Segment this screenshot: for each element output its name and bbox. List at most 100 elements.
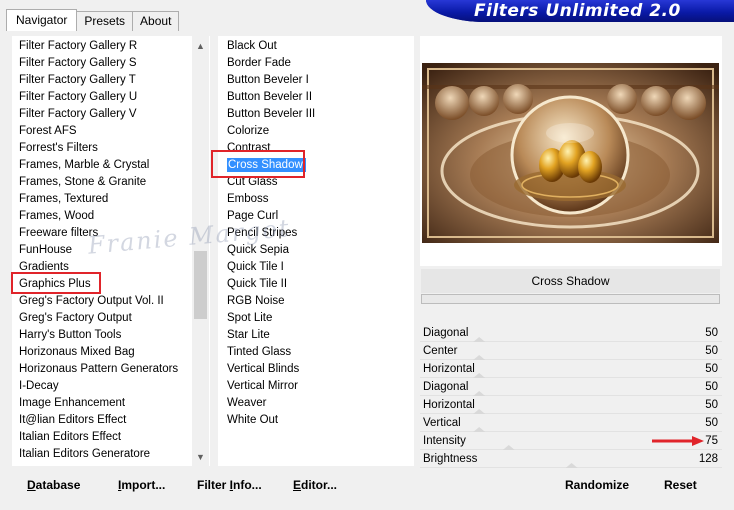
- filter-item[interactable]: Colorize: [218, 123, 414, 140]
- slider-row[interactable]: Center 50: [420, 342, 722, 360]
- slider-row[interactable]: Diagonal 50: [420, 324, 722, 342]
- filter-item[interactable]: Spot Lite: [218, 310, 414, 327]
- bottom-toolbar-left: Database Import... Filter Info... Editor…: [12, 472, 414, 496]
- category-item[interactable]: Frames, Wood: [12, 208, 192, 225]
- filter-item[interactable]: Star Lite: [218, 327, 414, 344]
- filter-item[interactable]: White Out: [218, 412, 414, 429]
- filter-item[interactable]: Quick Tile I: [218, 259, 414, 276]
- current-filter-name: Cross Shadow: [421, 269, 720, 293]
- category-item[interactable]: FunHouse: [12, 242, 192, 259]
- slider-row[interactable]: Diagonal 50: [420, 378, 722, 396]
- database-button[interactable]: Database: [27, 478, 80, 492]
- slider-value: 50: [705, 399, 718, 411]
- category-item[interactable]: Freeware filters: [12, 225, 192, 242]
- scroll-thumb[interactable]: [194, 251, 207, 319]
- filter-item[interactable]: Button Beveler III: [218, 106, 414, 123]
- editor-button-mnemonic: E: [293, 478, 302, 492]
- category-highlight-box: [11, 272, 101, 294]
- slider-row[interactable]: Brightness 128: [420, 450, 722, 468]
- category-item[interactable]: Image Enhancement: [12, 395, 192, 412]
- filter-info-button[interactable]: Filter Info...: [197, 478, 262, 492]
- category-list[interactable]: Filter Factory Gallery R Filter Factory G…: [12, 36, 210, 466]
- category-item[interactable]: It@lian Editors Effect: [12, 412, 192, 429]
- filter-item[interactable]: Tinted Glass: [218, 344, 414, 361]
- scroll-down-icon[interactable]: ▼: [192, 449, 209, 466]
- progress-bar: [421, 294, 720, 304]
- filter-item[interactable]: Weaver: [218, 395, 414, 412]
- scroll-up-icon[interactable]: ▲: [192, 38, 209, 55]
- editor-button-label: ditor...: [301, 478, 338, 492]
- category-item[interactable]: I-Decay: [12, 378, 192, 395]
- slider-value: 50: [705, 345, 718, 357]
- category-item[interactable]: Forrest's Filters: [12, 140, 192, 157]
- category-scrollbar[interactable]: ▲ ▼: [192, 36, 209, 466]
- reset-button[interactable]: Reset: [664, 478, 697, 492]
- slider-value: 50: [705, 417, 718, 429]
- filter-list[interactable]: Black Out Border Fade Button Beveler I Butt…: [218, 36, 414, 466]
- slider-label: Center: [423, 345, 458, 357]
- slider-label: Vertical: [423, 417, 461, 429]
- filter-item[interactable]: Border Fade: [218, 55, 414, 72]
- category-item[interactable]: Italian Editors Effect: [12, 429, 192, 446]
- category-item[interactable]: Harry's Button Tools: [12, 327, 192, 344]
- filter-item[interactable]: Page Curl: [218, 208, 414, 225]
- category-item[interactable]: Filter Factory Gallery V: [12, 106, 192, 123]
- slider-value: 75: [705, 435, 718, 447]
- slider-panel: Diagonal 50 Center 50 Horizontal 50 Diagonal 50…: [420, 324, 722, 468]
- category-item[interactable]: Filter Factory Gallery U: [12, 89, 192, 106]
- import-button[interactable]: Import...: [118, 478, 165, 492]
- tab-strip: Navigator Presets About: [6, 9, 180, 31]
- category-item[interactable]: Greg's Factory Output Vol. II: [12, 293, 192, 310]
- tab-presets[interactable]: Presets: [76, 11, 134, 31]
- filter-item[interactable]: Vertical Mirror: [218, 378, 414, 395]
- category-item[interactable]: Horizonaus Mixed Bag: [12, 344, 192, 361]
- slider-label: Diagonal: [423, 381, 469, 393]
- category-item[interactable]: Frames, Textured: [12, 191, 192, 208]
- slider-row[interactable]: Horizontal 50: [420, 360, 722, 378]
- tab-navigator[interactable]: Navigator: [6, 9, 78, 31]
- slider-label: Intensity: [423, 435, 466, 447]
- category-item[interactable]: Filter Factory Gallery R: [12, 38, 192, 55]
- filter-item[interactable]: Vertical Blinds: [218, 361, 414, 378]
- category-item[interactable]: Horizonaus Pattern Generators: [12, 361, 192, 378]
- database-button-mnemonic: D: [27, 478, 36, 492]
- slider-value: 50: [705, 327, 718, 339]
- filter-highlight-box: [211, 150, 305, 178]
- import-button-label: mport...: [121, 478, 166, 492]
- slider-label: Brightness: [423, 453, 478, 465]
- slider-label: Horizontal: [423, 399, 475, 411]
- category-item[interactable]: Filter Factory Gallery S: [12, 55, 192, 72]
- category-item[interactable]: Forest AFS: [12, 123, 192, 140]
- slider-value: 50: [705, 363, 718, 375]
- slider-row[interactable]: Horizontal 50: [420, 396, 722, 414]
- slider-thumb[interactable]: [565, 463, 578, 468]
- filter-item[interactable]: Emboss: [218, 191, 414, 208]
- filter-info-button-prefix: Filter: [197, 478, 230, 492]
- database-button-label: atabase: [35, 478, 81, 492]
- category-item[interactable]: Frames, Marble & Crystal: [12, 157, 192, 174]
- slider-value: 128: [698, 453, 718, 465]
- filter-item[interactable]: Pencil Stripes: [218, 225, 414, 242]
- category-item[interactable]: Greg's Factory Output: [12, 310, 192, 327]
- slider-label: Horizontal: [423, 363, 475, 375]
- category-item[interactable]: Filter Factory Gallery T: [12, 72, 192, 89]
- filter-item[interactable]: Quick Tile II: [218, 276, 414, 293]
- category-item[interactable]: Frames, Stone & Granite: [12, 174, 192, 191]
- slider-label: Diagonal: [423, 327, 469, 339]
- bottom-toolbar-right: Randomize Reset: [420, 472, 722, 496]
- slider-value: 50: [705, 381, 718, 393]
- filter-item[interactable]: Button Beveler I: [218, 72, 414, 89]
- randomize-button[interactable]: Randomize: [565, 478, 629, 492]
- filter-info-button-label: nfo...: [233, 478, 262, 492]
- filter-item[interactable]: Quick Sepia: [218, 242, 414, 259]
- filter-item[interactable]: Black Out: [218, 38, 414, 55]
- slider-row[interactable]: Vertical 50: [420, 414, 722, 432]
- editor-button[interactable]: Editor...: [293, 478, 337, 492]
- tab-about[interactable]: About: [132, 11, 180, 31]
- preview-image: [422, 63, 719, 243]
- filter-item[interactable]: RGB Noise: [218, 293, 414, 310]
- preview-artwork: [422, 63, 719, 243]
- category-item[interactable]: Italian Editors Generatore: [12, 446, 192, 463]
- filter-item[interactable]: Button Beveler II: [218, 89, 414, 106]
- app-banner: Filters Unlimited 2.0: [426, 0, 734, 22]
